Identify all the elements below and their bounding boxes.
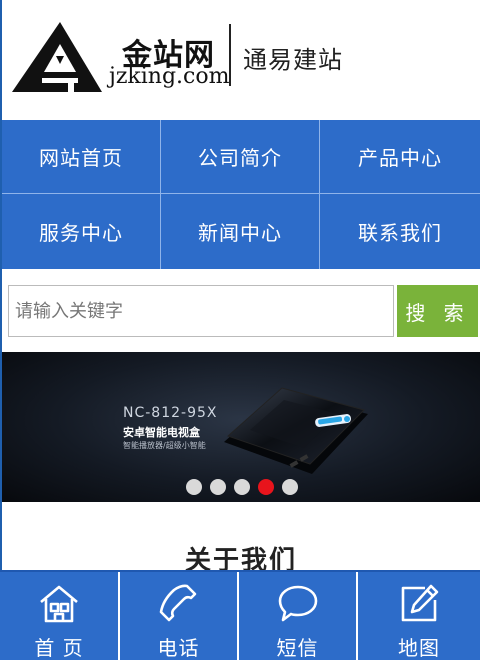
tv-box-image (224, 387, 368, 474)
site-header: 金站网 jzking.com 通易建站 (2, 0, 480, 120)
tab-map-label: 地图 (398, 636, 440, 660)
banner-title: 安卓智能电视盒 (123, 426, 200, 439)
tab-home-label: 首 页 (34, 636, 84, 660)
home-icon (40, 585, 78, 623)
carousel-dot[interactable] (282, 479, 298, 495)
site-slogan: 通易建站 (243, 46, 343, 74)
search-bar: 搜 索 (2, 269, 480, 352)
tab-sms-label: 短信 (276, 636, 319, 660)
nav-item-products[interactable]: 产品中心 (320, 120, 480, 194)
tab-sms[interactable]: 短信 (239, 572, 358, 660)
nav-item-contact[interactable]: 联系我们 (320, 194, 480, 269)
about-section: 关于我们 (2, 502, 480, 576)
nav-item-home[interactable]: 网站首页 (2, 120, 161, 194)
carousel-dot[interactable] (186, 479, 202, 495)
search-input[interactable] (8, 285, 394, 337)
banner-carousel[interactable]: NC-812-95X 安卓智能电视盒 智能播放器/超级小智能 (2, 352, 480, 502)
banner-subtitle: 智能播放器/超级小智能 (123, 441, 206, 450)
map-edit-icon (401, 584, 439, 622)
logo-text-en: jzking.com (109, 64, 230, 89)
logo-mark-icon (12, 22, 102, 92)
message-icon (278, 585, 317, 622)
tab-map[interactable]: 地图 (358, 572, 480, 660)
tab-phone-label: 电话 (157, 636, 200, 660)
carousel-dot[interactable] (210, 479, 226, 495)
nav-item-about[interactable]: 公司简介 (161, 120, 320, 194)
tab-home[interactable]: 首 页 (0, 572, 120, 660)
main-nav: 网站首页 公司简介 产品中心 服务中心 新闻中心 联系我们 (2, 120, 480, 269)
nav-item-news[interactable]: 新闻中心 (161, 194, 320, 269)
tab-phone[interactable]: 电话 (120, 572, 239, 660)
banner-model-text: NC-812-95X (123, 405, 218, 421)
carousel-dot-active[interactable] (258, 479, 274, 495)
bottom-toolbar: 首 页 电话 短信 地图 (0, 570, 480, 660)
nav-item-services[interactable]: 服务中心 (2, 194, 161, 269)
carousel-dots (186, 479, 298, 495)
carousel-dot[interactable] (234, 479, 250, 495)
logo-divider (229, 24, 231, 86)
search-button[interactable]: 搜 索 (397, 285, 478, 337)
phone-icon (159, 584, 196, 622)
